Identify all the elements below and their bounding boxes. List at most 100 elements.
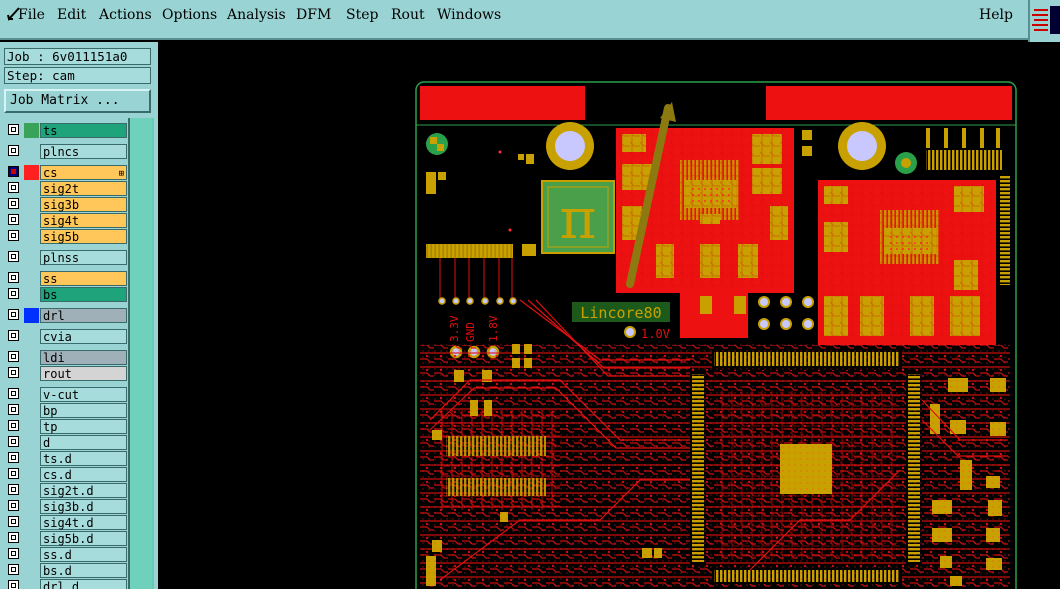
menu-step[interactable]: Step xyxy=(346,7,378,23)
layer-name[interactable]: sig5b xyxy=(40,229,127,244)
layer-color-swatch[interactable] xyxy=(24,213,39,228)
layer-visibility-checkbox[interactable] xyxy=(8,516,19,527)
layer-row-drl-d[interactable]: drl.d xyxy=(6,579,127,589)
layer-name[interactable]: ss.d xyxy=(40,547,127,562)
layer-row-sig2t[interactable]: sig2t xyxy=(6,181,127,196)
layer-name[interactable]: plncs xyxy=(40,144,127,159)
layer-name[interactable]: sig5b.d xyxy=(40,531,127,546)
layer-name[interactable]: sig4t xyxy=(40,213,127,228)
layer-row-sig5b[interactable]: sig5b xyxy=(6,229,127,244)
menu-file[interactable]: File xyxy=(18,7,45,23)
layer-row-sig3b-d[interactable]: sig3b.d xyxy=(6,499,127,514)
layer-color-swatch[interactable] xyxy=(24,419,39,434)
layer-row-plnss[interactable]: plnss xyxy=(6,250,127,265)
layer-visibility-checkbox[interactable] xyxy=(8,436,19,447)
graphic-editor-canvas[interactable]: π 3.3V GND 1.8V Lincore80 1.0V xyxy=(158,42,1060,589)
layer-color-swatch[interactable] xyxy=(24,483,39,498)
layer-color-swatch[interactable] xyxy=(24,165,39,180)
layer-row-tp[interactable]: tp xyxy=(6,419,127,434)
layer-row-cs-d[interactable]: cs.d xyxy=(6,467,127,482)
layer-name[interactable]: drl.d xyxy=(40,579,127,589)
layer-color-swatch[interactable] xyxy=(24,123,39,138)
layer-row-sig4t[interactable]: sig4t xyxy=(6,213,127,228)
layer-color-swatch[interactable] xyxy=(24,579,39,589)
layer-color-swatch[interactable] xyxy=(24,329,39,344)
menu-actions[interactable]: Actions xyxy=(99,7,152,23)
layer-visibility-checkbox[interactable] xyxy=(8,272,19,283)
layer-visibility-checkbox[interactable] xyxy=(8,468,19,479)
layer-name[interactable]: rout xyxy=(40,366,127,381)
layer-color-swatch[interactable] xyxy=(24,229,39,244)
layer-row-drl[interactable]: drl xyxy=(6,308,127,323)
layer-row-ts-d[interactable]: ts.d xyxy=(6,451,127,466)
layer-visibility-checkbox[interactable] xyxy=(8,548,19,559)
layer-name[interactable]: cs ⊞ xyxy=(40,165,127,180)
layer-visibility-checkbox[interactable] xyxy=(8,580,19,589)
job-matrix-button[interactable]: Job Matrix ... xyxy=(4,89,151,113)
layer-color-swatch[interactable] xyxy=(24,499,39,514)
layer-visibility-checkbox[interactable] xyxy=(8,309,19,320)
layer-visibility-checkbox[interactable] xyxy=(8,452,19,463)
layer-expand-icon[interactable]: ⊞ xyxy=(119,167,124,182)
layer-name[interactable]: cs.d xyxy=(40,467,127,482)
layer-visibility-checkbox[interactable] xyxy=(8,564,19,575)
layer-visibility-checkbox[interactable] xyxy=(8,145,19,156)
layer-name[interactable]: sig2t xyxy=(40,181,127,196)
layer-visibility-checkbox[interactable] xyxy=(8,388,19,399)
layer-color-swatch[interactable] xyxy=(24,250,39,265)
layer-name[interactable]: bs xyxy=(40,287,127,302)
layer-name[interactable]: drl xyxy=(40,308,127,323)
layer-row-bp[interactable]: bp xyxy=(6,403,127,418)
layer-color-swatch[interactable] xyxy=(24,403,39,418)
layer-visibility-checkbox[interactable] xyxy=(8,251,19,262)
layer-color-swatch[interactable] xyxy=(24,451,39,466)
layer-visibility-checkbox[interactable] xyxy=(8,404,19,415)
layer-row-rout[interactable]: rout xyxy=(6,366,127,381)
layer-color-swatch[interactable] xyxy=(24,197,39,212)
layer-name[interactable]: sig3b xyxy=(40,197,127,212)
layer-name[interactable]: ldi xyxy=(40,350,127,365)
layer-name[interactable]: ts.d xyxy=(40,451,127,466)
layer-row-sig4t-d[interactable]: sig4t.d xyxy=(6,515,127,530)
menu-edit[interactable]: Edit xyxy=(57,7,86,23)
layer-color-swatch[interactable] xyxy=(24,515,39,530)
layer-color-swatch[interactable] xyxy=(24,181,39,196)
layer-row-d[interactable]: d xyxy=(6,435,127,450)
layer-color-swatch[interactable] xyxy=(24,435,39,450)
layer-visibility-checkbox[interactable] xyxy=(8,230,19,241)
layer-row-v-cut[interactable]: v-cut xyxy=(6,387,127,402)
layer-row-plncs[interactable]: plncs xyxy=(6,144,127,159)
layer-visibility-checkbox[interactable] xyxy=(8,198,19,209)
layer-visibility-checkbox[interactable] xyxy=(8,288,19,299)
layer-color-swatch[interactable] xyxy=(24,271,39,286)
layer-row-ss[interactable]: ss xyxy=(6,271,127,286)
layer-color-swatch[interactable] xyxy=(24,547,39,562)
layer-visibility-checkbox[interactable] xyxy=(8,484,19,495)
layer-list-scrollbar[interactable] xyxy=(128,118,154,589)
layer-name[interactable]: v-cut xyxy=(40,387,127,402)
layer-visibility-checkbox[interactable] xyxy=(8,532,19,543)
layer-row-cvia[interactable]: cvia xyxy=(6,329,127,344)
layer-name[interactable]: sig3b.d xyxy=(40,499,127,514)
pcb-board-view[interactable]: π 3.3V GND 1.8V Lincore80 1.0V xyxy=(158,42,1060,589)
layer-name[interactable]: bs.d xyxy=(40,563,127,578)
layer-color-swatch[interactable] xyxy=(24,563,39,578)
layer-visibility-checkbox[interactable] xyxy=(8,182,19,193)
layer-visibility-checkbox[interactable] xyxy=(8,214,19,225)
menu-analysis[interactable]: Analysis xyxy=(227,7,286,23)
layer-row-sig5b-d[interactable]: sig5b.d xyxy=(6,531,127,546)
layer-row-cs[interactable]: cs ⊞ xyxy=(6,165,127,180)
layer-row-bs[interactable]: bs xyxy=(6,287,127,302)
menu-options[interactable]: Options xyxy=(162,7,217,23)
layer-name[interactable]: bp xyxy=(40,403,127,418)
layer-visibility-checkbox[interactable] xyxy=(8,166,19,177)
layer-color-swatch[interactable] xyxy=(24,308,39,323)
layer-name[interactable]: cvia xyxy=(40,329,127,344)
layer-name[interactable]: plnss xyxy=(40,250,127,265)
menu-rout[interactable]: Rout xyxy=(391,7,425,23)
layer-row-sig3b[interactable]: sig3b xyxy=(6,197,127,212)
layer-color-swatch[interactable] xyxy=(24,387,39,402)
layer-color-swatch[interactable] xyxy=(24,144,39,159)
menu-help[interactable]: Help xyxy=(979,7,1013,23)
layer-visibility-checkbox[interactable] xyxy=(8,124,19,135)
